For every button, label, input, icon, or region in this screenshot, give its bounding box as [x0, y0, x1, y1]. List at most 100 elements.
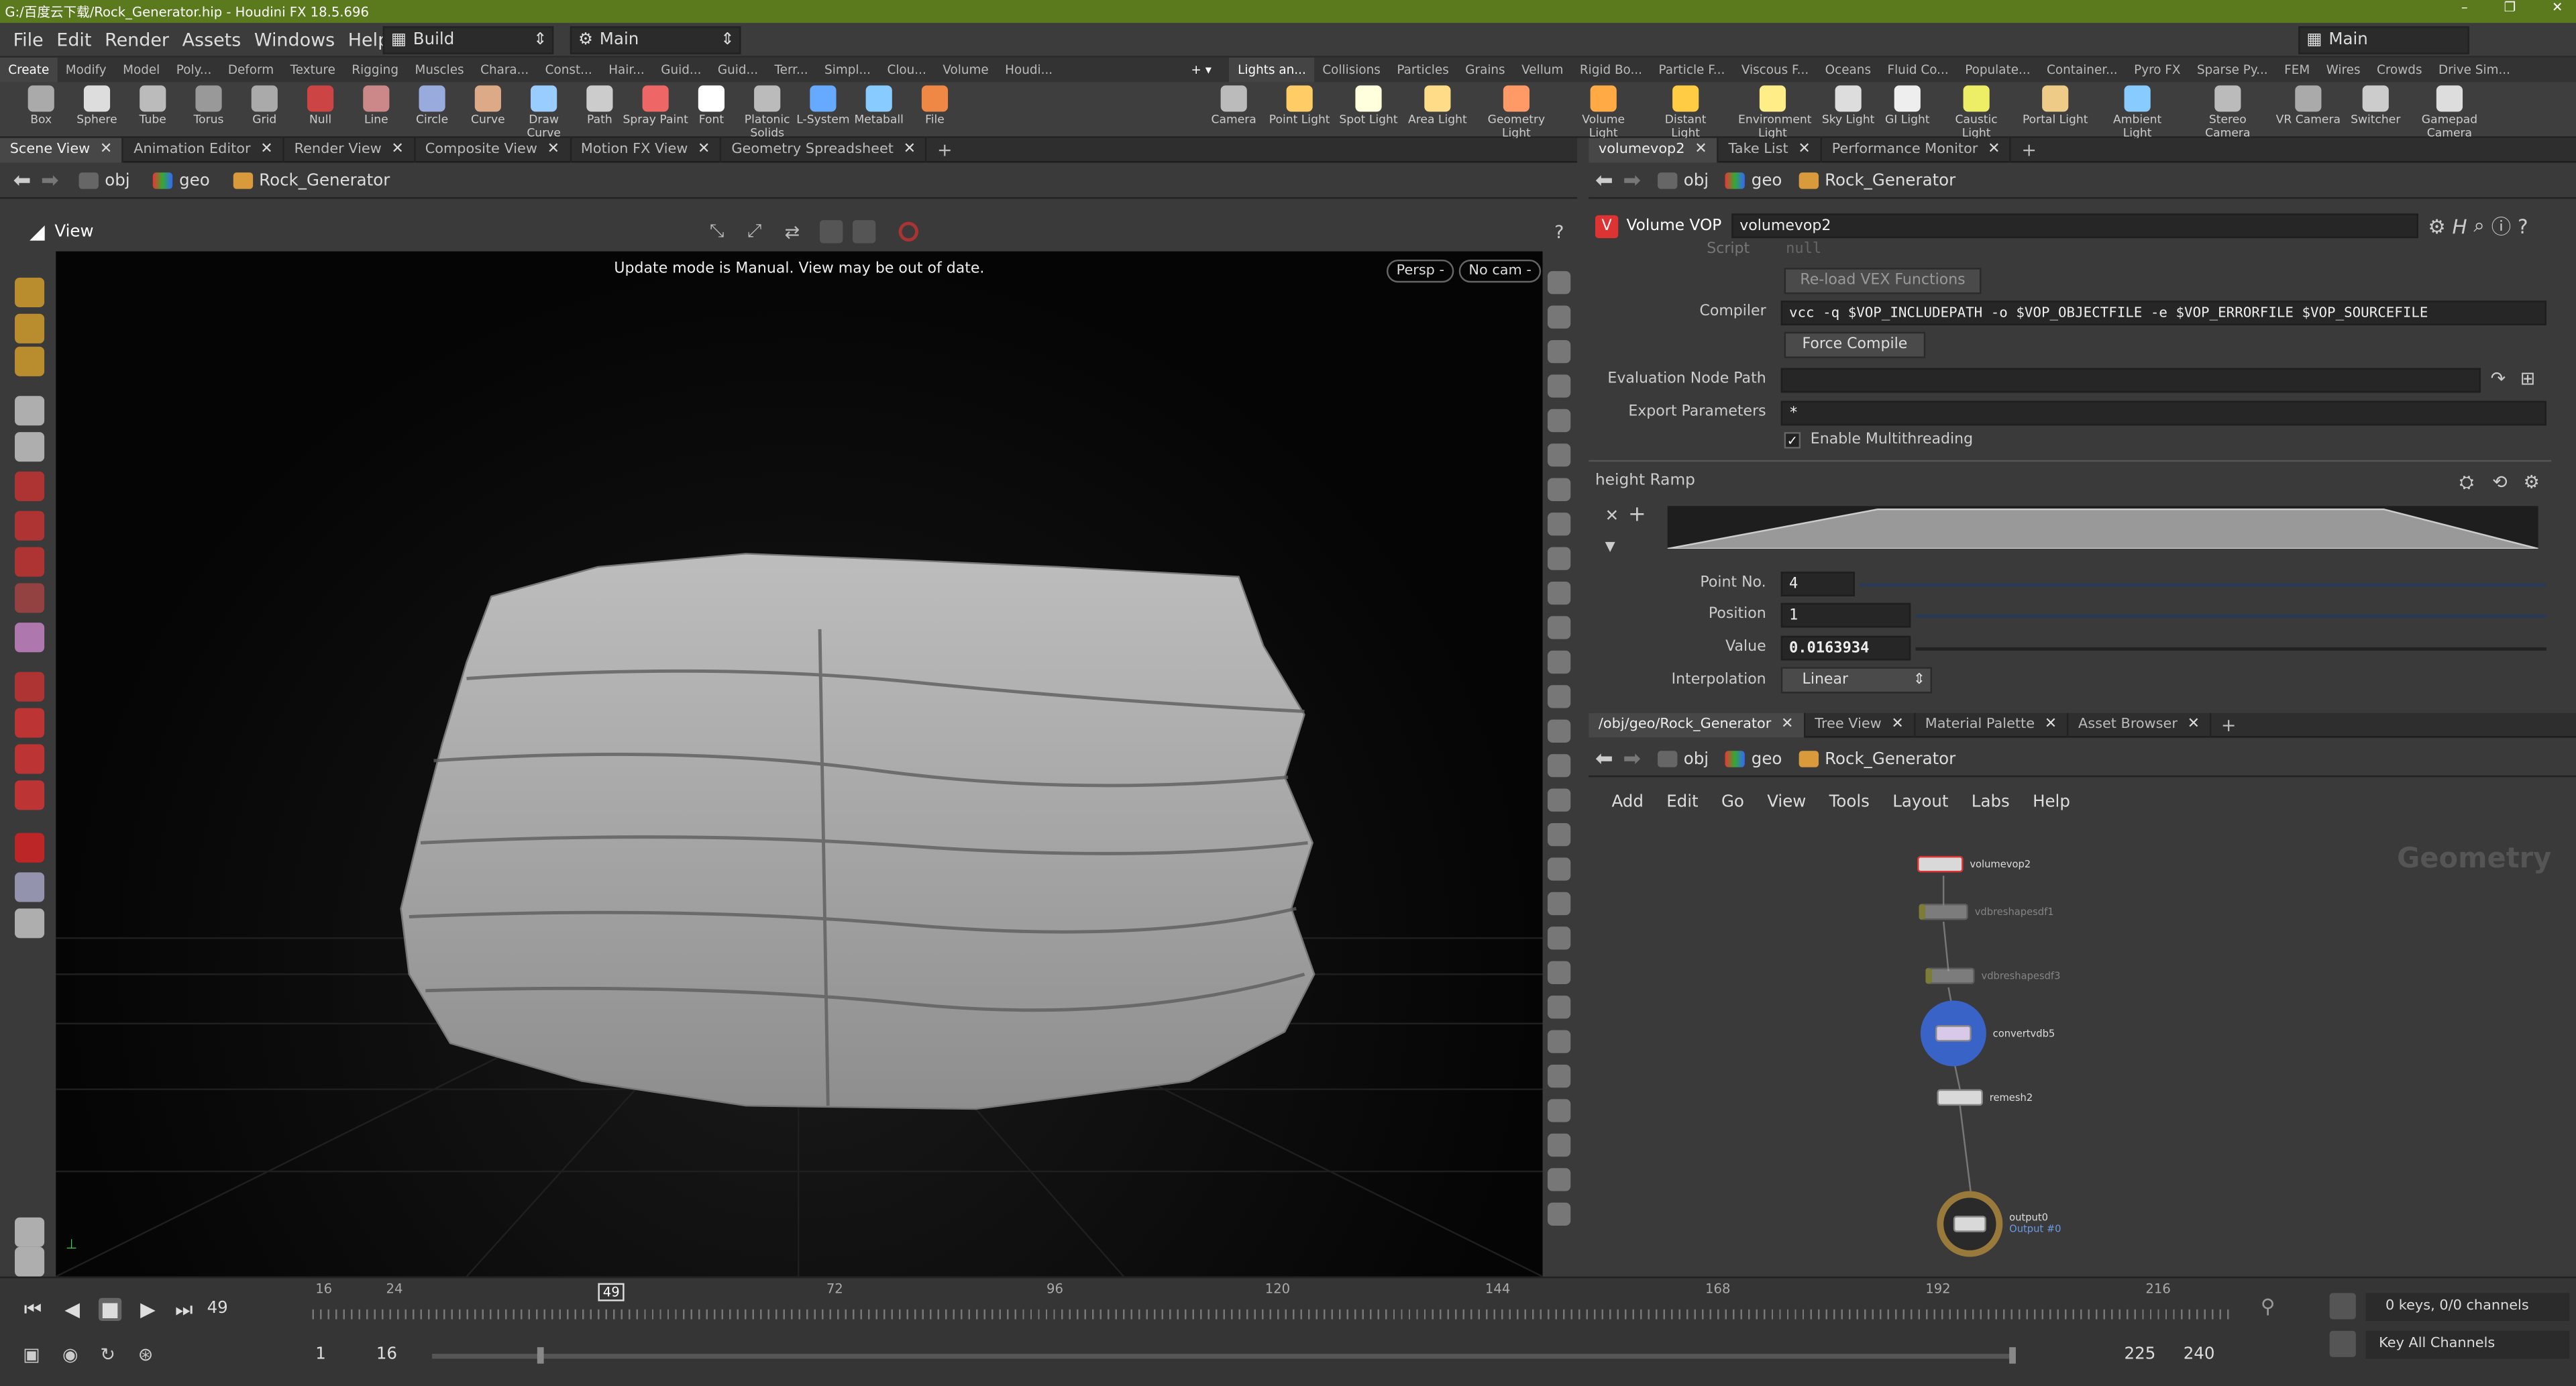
network-menu-add[interactable]: Add	[1611, 794, 1643, 812]
shelf-tab-particle-f[interactable]: Particle F...	[1650, 58, 1733, 83]
shelf-tab-chara[interactable]: Chara...	[472, 58, 537, 83]
shelf-tab-sparse-py[interactable]: Sparse Py...	[2189, 58, 2276, 83]
secure-icon[interactable]: ⇄	[785, 221, 800, 242]
tab-volumevop2[interactable]: volumevop2 ✕	[1589, 137, 1719, 162]
jump-start-icon[interactable]: ⏮	[21, 1298, 44, 1321]
tool-icon-3[interactable]	[15, 396, 45, 426]
node-convertvdb5[interactable]: convertvdb5	[1920, 1000, 2055, 1067]
tool-icon-9[interactable]	[15, 623, 45, 653]
param-forward-icon[interactable]: ➡	[1623, 168, 1641, 193]
jump-end-icon[interactable]: ⏭	[172, 1298, 195, 1321]
shelf-tab-collisions[interactable]: Collisions	[1314, 58, 1389, 83]
tool-icon-0[interactable]	[15, 277, 45, 307]
realtime-icon[interactable]: ▣	[23, 1344, 40, 1365]
tool-geometry-light[interactable]: Geometry Light	[1482, 85, 1551, 140]
tool-icon-18[interactable]	[15, 1246, 45, 1277]
back-icon[interactable]: ⬅	[13, 168, 32, 193]
menu-windows[interactable]: Windows	[254, 29, 335, 50]
menu-edit[interactable]: Edit	[56, 29, 91, 50]
snapshot-icon[interactable]	[819, 220, 843, 244]
display-tool-icon-25[interactable]	[1547, 1133, 1571, 1157]
add-tab-icon[interactable]: +	[927, 137, 962, 162]
tool-icon-12[interactable]	[15, 744, 45, 774]
display-tool-icon-15[interactable]	[1547, 788, 1571, 812]
node-name-field[interactable]: volumevop2	[1731, 213, 2418, 239]
shelf-tab-wires[interactable]: Wires	[2318, 58, 2368, 83]
channel-icon[interactable]	[2329, 1293, 2356, 1320]
tab-close-icon[interactable]: ✕	[1891, 712, 1903, 737]
network-menu-go[interactable]: Go	[1721, 794, 1744, 812]
tool-camera[interactable]: Camera	[1199, 85, 1269, 127]
shelf-tab-particles[interactable]: Particles	[1389, 58, 1457, 83]
tool-portal-light[interactable]: Portal Light	[2021, 85, 2090, 127]
play-icon[interactable]: ▶	[136, 1298, 159, 1321]
tool-caustic-light[interactable]: Caustic Light	[1942, 85, 2011, 140]
tool-icon-1[interactable]	[15, 313, 45, 343]
current-frame-field[interactable]: 49	[207, 1299, 228, 1318]
display-tool-icon-5[interactable]	[1547, 443, 1571, 467]
tab-take-list[interactable]: Take List ✕	[1719, 137, 1823, 162]
display-tool-icon-17[interactable]	[1547, 857, 1571, 881]
param-breadcrumb-obj[interactable]: obj	[1657, 172, 1709, 190]
tool-icon-17[interactable]	[15, 1217, 45, 1247]
export-params-field[interactable]: *	[1780, 401, 2546, 426]
breadcrumb-obj[interactable]: obj	[78, 172, 130, 190]
help-icon[interactable]: ?	[1554, 221, 1564, 242]
tab-motion-fx-view[interactable]: Motion FX View ✕	[571, 137, 722, 162]
display-tool-icon-7[interactable]	[1547, 513, 1571, 536]
tab-close-icon[interactable]: ✕	[1798, 137, 1810, 162]
shelf-tab-poly[interactable]: Poly...	[168, 58, 220, 83]
net-breadcrumb-geo[interactable]: geo	[1725, 750, 1782, 768]
display-tool-icon-26[interactable]	[1547, 1168, 1571, 1191]
shelf-tab-volume[interactable]: Volume	[934, 58, 997, 83]
menu-file[interactable]: File	[13, 29, 44, 50]
node-remesh2[interactable]: remesh2	[1937, 1089, 2033, 1106]
maximize-icon[interactable]: ❐	[2504, 0, 2516, 15]
eval-node-path-field[interactable]	[1780, 368, 2481, 393]
shelf-tab-crowds[interactable]: Crowds	[2369, 58, 2430, 83]
tab-close-icon[interactable]: ✕	[1988, 137, 2000, 162]
step-back-icon[interactable]: ◀	[61, 1298, 84, 1321]
param-breadcrumb-geo[interactable]: geo	[1725, 172, 1782, 190]
network-menu-tools[interactable]: Tools	[1829, 794, 1870, 812]
display-tool-icon-27[interactable]	[1547, 1202, 1571, 1226]
right-desktop-dropdown[interactable]: ▦ Main	[2298, 26, 2469, 54]
minimize-icon[interactable]: –	[2461, 0, 2468, 15]
tool-icon-16[interactable]	[15, 908, 45, 939]
tool-icon-7[interactable]	[15, 547, 45, 577]
tool-icon-14[interactable]	[15, 833, 45, 863]
net-back-icon[interactable]: ⬅	[1595, 747, 1613, 771]
tool-gi-light[interactable]: GI Light	[1873, 85, 1942, 127]
display-tool-icon-24[interactable]	[1547, 1099, 1571, 1122]
interpolation-dropdown[interactable]: Linear ⇕	[1780, 667, 1933, 694]
gear-icon[interactable]: ⚙	[2428, 215, 2445, 237]
display-tool-icon-12[interactable]	[1547, 685, 1571, 708]
shelf-tab-deform[interactable]: Deform	[220, 58, 282, 83]
node-chooser-icon[interactable]: ⊞	[2520, 368, 2536, 390]
point-no-field[interactable]: 4	[1780, 572, 1855, 596]
shelf-tab-grains[interactable]: Grains	[1457, 58, 1513, 83]
shelf-tab-clou[interactable]: Clou...	[879, 58, 934, 83]
display-tool-icon-10[interactable]	[1547, 616, 1571, 639]
menu-render[interactable]: Render	[105, 29, 169, 50]
tool-point-light[interactable]: Point Light	[1265, 85, 1334, 127]
ramp-editor[interactable]	[1667, 506, 2538, 549]
multithreading-checkbox[interactable]: ✓ Enable Multithreading	[1784, 432, 1973, 449]
tab-obj-geo-rock-generator[interactable]: /obj/geo/Rock_Generator ✕	[1589, 712, 1805, 737]
display-tool-icon-20[interactable]	[1547, 961, 1571, 984]
tool-icon-6[interactable]	[15, 511, 45, 541]
tab-animation-editor[interactable]: Animation Editor ✕	[124, 137, 284, 162]
key-icon[interactable]: ⚲	[2261, 1295, 2275, 1318]
stop-render-icon[interactable]	[898, 221, 918, 242]
tab-close-icon[interactable]: ✕	[2045, 712, 2057, 737]
display-tool-icon-19[interactable]	[1547, 926, 1571, 950]
reload-vex-button[interactable]: Re-load VEX Functions	[1784, 268, 1982, 295]
shelf-tab-oceans[interactable]: Oceans	[1817, 58, 1879, 83]
desktop-dropdown[interactable]: ▦ Build ⇕	[382, 26, 554, 54]
shelf-tab-const[interactable]: Const...	[537, 58, 600, 83]
tab-asset-browser[interactable]: Asset Browser ✕	[2068, 712, 2212, 737]
ramp-reset-icon[interactable]: ⟲	[2492, 472, 2508, 493]
shelf-tab-guid[interactable]: Guid...	[653, 58, 710, 83]
audio-icon[interactable]: ◉	[62, 1344, 78, 1365]
forward-icon[interactable]: ➡	[41, 168, 59, 193]
